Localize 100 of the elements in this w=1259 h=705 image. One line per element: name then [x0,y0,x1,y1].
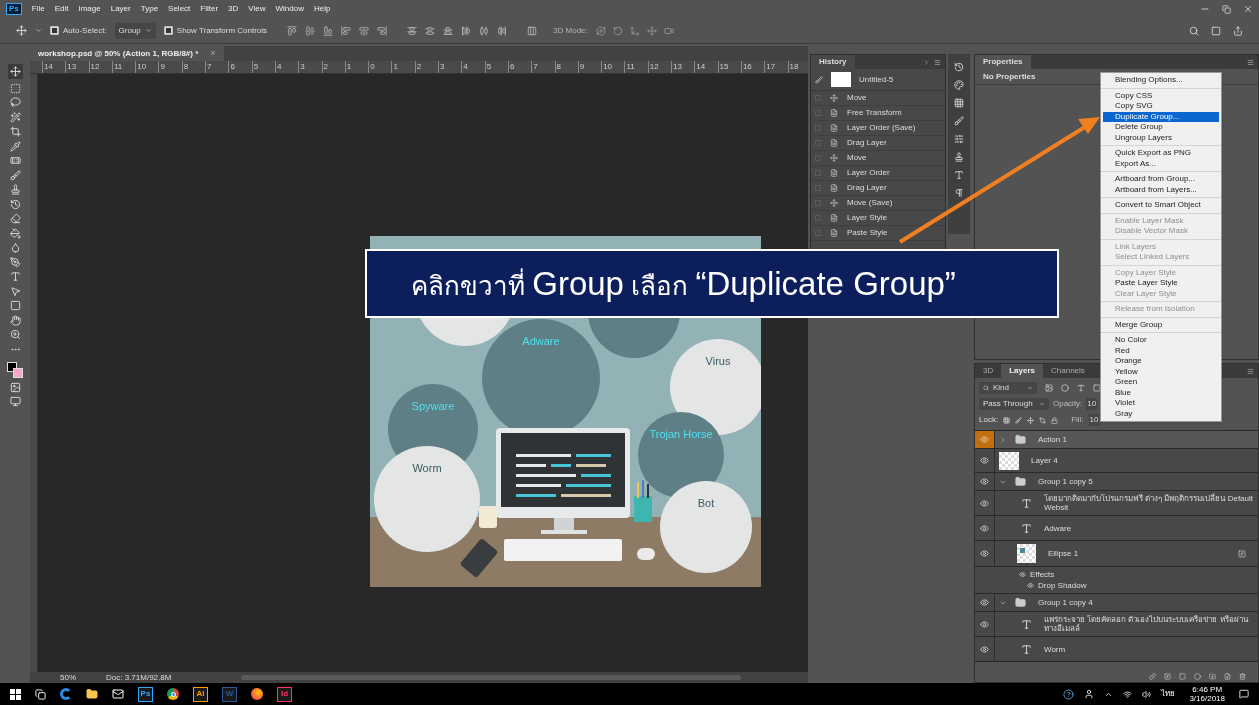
layer-row[interactable]: Worm [975,637,1258,662]
caret-icon[interactable] [35,27,42,34]
menu-item[interactable]: Green [1103,377,1219,388]
history-brush-icon[interactable] [9,198,21,210]
panel-tab[interactable]: 3D [975,364,1002,378]
menu-item[interactable]: Yellow [1103,366,1219,377]
lock-icon[interactable] [1051,416,1059,424]
screen-mode-icon[interactable] [9,396,21,407]
menu-item[interactable]: View [248,3,266,15]
workspace-icon[interactable] [1211,25,1221,36]
panel-tab[interactable]: Channels [1043,364,1093,378]
eye-icon[interactable] [980,498,989,508]
menu-item[interactable]: Artboard from Layers... [1103,184,1219,195]
browser-icon[interactable] [167,688,179,700]
droplet-icon[interactable] [9,242,21,253]
eraser-icon[interactable] [9,213,21,224]
align-icon[interactable] [323,25,334,36]
eyedropper-icon[interactable] [9,140,21,152]
type-icon[interactable] [9,271,21,282]
menu-item[interactable]: Export As... [1103,158,1219,169]
grid-icon[interactable] [954,98,964,108]
app-logo[interactable]: Ps [6,3,22,15]
layer-row[interactable]: โดยมากติดมากับโปรแกรมฟรี ต่างๆ มีพฤติกรรมเปลี่ยน Default Websit [975,491,1258,516]
align-icon[interactable] [377,25,388,36]
pen-icon[interactable] [9,256,21,268]
distribute-icon[interactable] [479,25,490,36]
menu-item[interactable]: Blending Options... [1103,75,1219,86]
align-icon[interactable] [287,25,298,36]
windows-logo-icon[interactable] [10,688,21,700]
rectangle-icon[interactable] [9,300,21,311]
zoom-icon[interactable] [9,329,21,340]
menu-item[interactable]: Merge Group [1103,319,1219,330]
history-step[interactable]: Layer Order (Save) [811,121,945,136]
trash-icon[interactable] [1239,673,1246,680]
menu-item[interactable]: Select [168,3,191,15]
distribute-icon[interactable] [497,25,508,36]
menu-item[interactable]: Edit [54,3,69,15]
menu-item[interactable]: Delete Group [1103,122,1219,133]
menu-item[interactable]: Window [275,3,304,15]
quick-mask-icon[interactable] [9,381,21,393]
history-step[interactable]: Layer Style [811,211,945,226]
distribute-icon[interactable] [443,25,454,36]
distribute-icon[interactable] [425,25,436,36]
share-icon[interactable] [1233,25,1243,36]
menu-item[interactable]: Copy CSS [1103,90,1219,101]
paragraph-icon[interactable] [954,188,964,198]
restore-icon[interactable] [1222,4,1231,14]
link-icon[interactable] [1149,673,1156,680]
new-group-icon[interactable] [1209,673,1216,680]
volume-icon[interactable] [1142,689,1152,699]
move-icon[interactable] [1027,416,1035,424]
menu-icon[interactable] [1247,58,1254,66]
layer-row[interactable]: Ellipse 1 [975,541,1258,567]
palette-icon[interactable] [954,80,964,90]
fill-field[interactable]: 10 [1088,414,1100,426]
eye-icon[interactable] [980,523,989,533]
snapshot-thumbnail[interactable] [831,72,851,87]
move-icon[interactable] [7,64,23,79]
menu-item[interactable]: Duplicate Group... [1103,111,1219,122]
pointer-icon[interactable] [9,285,21,297]
adjustment-filter-icon[interactable] [1061,384,1069,392]
align-icon[interactable] [341,25,352,36]
stamp-icon[interactable] [9,184,21,195]
checkbox[interactable] [50,26,59,35]
search-icon[interactable] [1189,25,1199,36]
history-icon[interactable] [954,62,964,72]
history-step[interactable]: Move [811,91,945,106]
menu-item[interactable]: No Color [1103,335,1219,346]
magic-wand-icon[interactable] [9,111,21,123]
close-icon[interactable] [1243,4,1253,14]
type-filter-icon[interactable] [1077,384,1085,392]
menu-item[interactable]: 3D [228,3,239,15]
menu-icon[interactable] [934,58,941,66]
menu-item[interactable]: Image [78,3,101,15]
task-view-icon[interactable] [35,688,46,700]
menu-item[interactable]: Ungroup Layers [1103,132,1219,143]
menu-item[interactable]: Help [314,3,331,15]
clock[interactable]: 6:46 PM 3/16/2018 [1185,685,1229,703]
crop-icon[interactable] [9,126,21,137]
distribute-icon[interactable] [407,25,418,36]
crop-icon[interactable] [1039,416,1047,424]
menu-item[interactable]: Paste Layer Style [1103,278,1219,289]
panel-tab[interactable]: Layers [1001,364,1044,378]
image-filter-icon[interactable] [1045,384,1053,392]
hand-icon[interactable] [9,314,21,326]
language-indicator[interactable]: ไทย [1161,688,1176,700]
checkbox[interactable] [163,26,173,35]
distribute-icon[interactable] [461,25,472,36]
notification-icon[interactable] [1239,689,1249,699]
filter-dropdown[interactable]: Kind [979,382,1037,394]
paint-bucket-icon[interactable] [9,227,21,239]
history-step[interactable]: Drag Layer [811,181,945,196]
eye-icon[interactable] [980,477,989,486]
layer-row[interactable]: Group 1 copy 4 [975,594,1258,612]
lock-pixels-icon[interactable] [1003,416,1011,424]
history-step[interactable]: Paste Style [811,226,945,241]
history-step[interactable]: Drag Layer [811,136,945,151]
layer-row[interactable]: Layer 4 [975,449,1258,473]
orbit-icon[interactable] [595,25,606,36]
sliders-icon[interactable] [954,134,964,144]
